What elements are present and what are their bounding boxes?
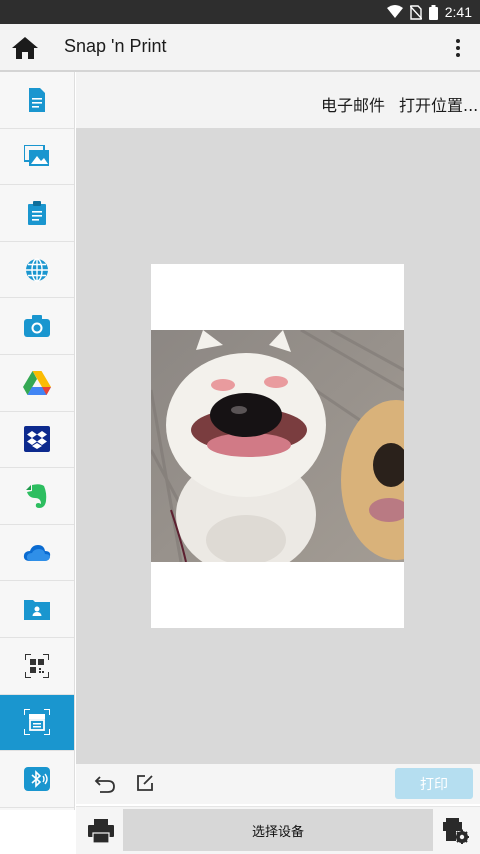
bluetooth-icon	[23, 765, 51, 793]
home-button[interactable]	[10, 34, 40, 62]
clipboard-icon	[23, 199, 51, 227]
more-dot	[456, 53, 460, 57]
battery-icon	[428, 4, 438, 20]
wifi-icon	[386, 5, 403, 18]
preview-photo	[151, 330, 404, 562]
sidebar-item-web[interactable]	[0, 242, 74, 299]
undo-icon	[94, 776, 115, 793]
print-button[interactable]: 打印	[395, 768, 473, 799]
sidebar-item-onedrive[interactable]	[0, 525, 74, 582]
open-location-action[interactable]: 打开位置...	[399, 92, 478, 116]
google-drive-icon	[23, 369, 51, 397]
source-sidebar	[0, 72, 75, 810]
dropbox-icon	[23, 425, 51, 453]
edit-icon	[137, 775, 153, 791]
print-preview-area	[76, 128, 480, 764]
web-icon	[23, 256, 51, 284]
device-bar: 选择设备	[76, 806, 480, 854]
sidebar-item-qr-code[interactable]	[0, 638, 74, 695]
edit-button[interactable]	[136, 774, 154, 792]
printer-icon	[88, 819, 114, 844]
sidebar-item-evernote[interactable]	[0, 468, 74, 525]
printer-settings-icon	[443, 818, 470, 845]
more-dot	[456, 46, 460, 50]
status-bar: 2:41	[0, 0, 480, 24]
app-bar: Snap 'n Print	[0, 24, 480, 72]
overflow-menu-button[interactable]	[450, 36, 466, 60]
sidebar-item-photos[interactable]	[0, 129, 74, 186]
document-icon	[23, 86, 51, 114]
onedrive-icon	[23, 539, 51, 567]
sidebar-item-folder[interactable]	[0, 581, 74, 638]
email-action[interactable]: 电子邮件	[321, 92, 385, 116]
sidebar-item-camera[interactable]	[0, 298, 74, 355]
sidebar-item-bluetooth[interactable]	[0, 751, 74, 808]
camera-icon	[23, 312, 51, 340]
qr-code-icon	[23, 652, 51, 680]
select-device-button[interactable]: 选择设备	[123, 809, 433, 851]
folder-icon	[23, 595, 51, 623]
app-title: Snap 'n Print	[64, 36, 167, 56]
paper-preview	[151, 264, 404, 628]
sidebar-item-clipboard[interactable]	[0, 185, 74, 242]
sidebar-item-dropbox[interactable]	[0, 412, 74, 469]
evernote-icon	[23, 482, 51, 510]
printer-settings-button[interactable]	[443, 818, 470, 845]
home-icon	[12, 37, 38, 59]
action-bar: 电子邮件 打开位置...	[76, 72, 480, 128]
more-dot	[456, 39, 460, 43]
undo-button[interactable]	[94, 773, 116, 795]
photos-icon	[23, 142, 51, 170]
scanner-icon	[23, 708, 51, 736]
status-icons: 2:41	[386, 0, 472, 24]
sidebar-item-google-drive[interactable]	[0, 355, 74, 412]
no-sim-icon	[409, 4, 422, 20]
sidebar-item-documents[interactable]	[0, 72, 74, 129]
edit-toolbar: 打印	[76, 764, 480, 804]
sidebar-item-scanner[interactable]	[0, 694, 74, 752]
status-time: 2:41	[444, 4, 472, 20]
